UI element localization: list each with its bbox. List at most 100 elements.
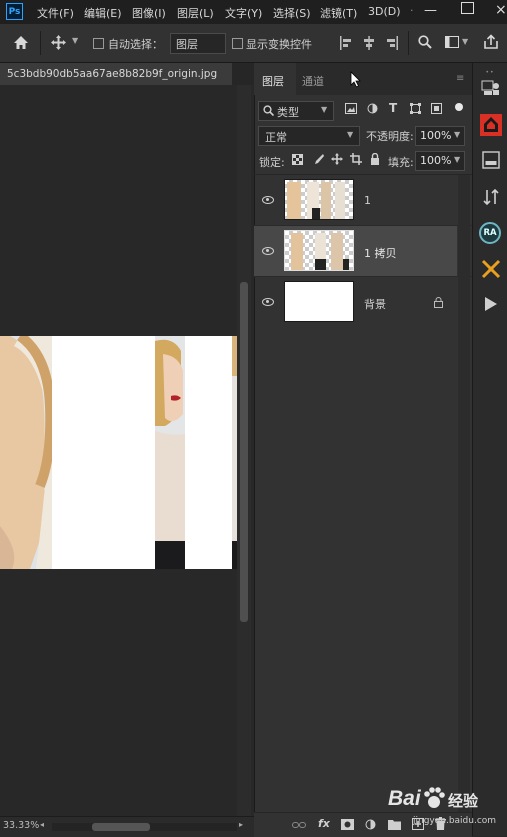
auto-select-target-value: 图层: [176, 38, 198, 51]
horizontal-scrollbar-thumb[interactable]: [92, 823, 150, 831]
fill-chevron-icon: ▼: [454, 155, 461, 164]
filter-chevron-icon: ▼: [321, 105, 328, 114]
menu-bar: Ps 文件(F) 编辑(E) 图像(I) 图层(L) 文字(Y) 选择(S) 滤…: [0, 0, 507, 24]
document-tab[interactable]: 5c3bdb90db5aa67ae8b82b9f_origin.jpg: [0, 63, 232, 85]
close-window-icon[interactable]: ×: [495, 2, 507, 18]
play-actions-icon[interactable]: [485, 297, 497, 311]
watermark-brand-tail: 经验: [448, 792, 479, 810]
workspace-chevron-icon[interactable]: ▼: [462, 37, 468, 46]
layer-row-1[interactable]: 1: [254, 175, 457, 225]
swap-icon[interactable]: [483, 188, 499, 206]
filter-shape-icon[interactable]: [410, 103, 421, 114]
blend-mode-dropdown[interactable]: 正常 ▼: [258, 126, 360, 146]
menu-edit[interactable]: 编辑(E): [84, 5, 122, 21]
home-icon[interactable]: [13, 35, 29, 50]
filter-search-icon: [263, 105, 274, 116]
document-canvas-image[interactable]: [0, 336, 237, 569]
scroll-left-icon[interactable]: ◂: [40, 820, 44, 829]
lock-transparent-pixels-icon[interactable]: [292, 154, 303, 165]
layer-filter-dropdown[interactable]: 类型 ▼: [258, 101, 334, 121]
fill-label: 填充:: [388, 156, 414, 169]
lock-all-icon[interactable]: [370, 153, 380, 165]
tab-layers-label: 图层: [262, 75, 284, 88]
align-right-icon[interactable]: [386, 36, 398, 50]
auto-select-checkbox[interactable]: [93, 38, 104, 49]
auto-select-label: 自动选择：: [108, 38, 163, 51]
ra-plugin-icon[interactable]: RA: [479, 222, 501, 244]
lock-image-pixels-icon[interactable]: [312, 153, 324, 166]
filter-adjustment-icon[interactable]: [367, 103, 378, 114]
dock-grip-icon[interactable]: ••: [478, 69, 502, 76]
add-layer-style-icon[interactable]: fx: [318, 817, 330, 830]
photo-strip-middle: [155, 336, 185, 569]
fill-input[interactable]: 100% ▼: [415, 151, 465, 171]
auto-select-target-dropdown[interactable]: 图层: [170, 33, 226, 54]
lock-label: 锁定:: [259, 156, 285, 169]
fill-value: 100%: [420, 154, 452, 167]
move-tool-icon[interactable]: [51, 35, 66, 50]
blend-chevron-icon: ▼: [347, 130, 354, 139]
lock-artboard-icon[interactable]: [350, 153, 362, 165]
plugin-red-icon[interactable]: [480, 114, 502, 136]
filter-smart-object-icon[interactable]: [431, 103, 442, 114]
learn-panel-icon[interactable]: [481, 80, 501, 96]
mouse-cursor-icon: [350, 71, 361, 88]
layer-row-background[interactable]: 背景: [254, 277, 457, 327]
menu-filter[interactable]: 滤镜(T): [320, 5, 357, 21]
watermark-url: jingyan.baidu.com: [413, 816, 497, 826]
chevron-down-icon[interactable]: ▼: [72, 36, 78, 45]
options-bar: ▼ 自动选择： 图层 显示变换控件 ▼: [0, 24, 507, 63]
opacity-chevron-icon: ▼: [454, 130, 461, 139]
visibility-eye-icon[interactable]: [262, 196, 274, 204]
photoshop-logo-icon[interactable]: Ps: [6, 3, 23, 20]
layer-thumbnail[interactable]: [284, 179, 354, 220]
layer-name[interactable]: 1 拷贝: [364, 245, 397, 261]
opacity-input[interactable]: 100% ▼: [415, 126, 465, 146]
zoom-level[interactable]: 33.33%: [3, 820, 39, 831]
search-icon[interactable]: [418, 35, 432, 49]
tab-channels[interactable]: 通道: [302, 73, 324, 89]
share-icon[interactable]: [483, 34, 499, 50]
status-bar: 33.33% ◂ ▸: [0, 816, 254, 837]
layer-thumbnail[interactable]: [284, 230, 354, 271]
align-left-icon[interactable]: [340, 36, 352, 50]
menu-layer[interactable]: 图层(L): [177, 5, 214, 21]
panel-tab-bar: 图层 通道 ≡: [254, 63, 472, 95]
right-panel-dock: [472, 63, 507, 836]
add-mask-icon[interactable]: [341, 819, 354, 830]
watermark: Bai 经验 jingyan.baidu.com: [388, 783, 507, 836]
filter-type-icon[interactable]: T: [389, 101, 397, 115]
scrollbar-thumb[interactable]: [240, 282, 248, 622]
visibility-eye-icon[interactable]: [262, 247, 274, 255]
plugin-orange-icon[interactable]: [480, 259, 502, 279]
menu-overflow-icon[interactable]: ·: [410, 4, 414, 17]
layer-row-1-copy[interactable]: 1 拷贝: [254, 226, 457, 276]
menu-3d[interactable]: 3D(D): [368, 5, 401, 18]
scroll-right-icon[interactable]: ▸: [239, 820, 243, 829]
menu-select[interactable]: 选择(S): [273, 5, 311, 21]
menu-image[interactable]: 图像(I): [132, 5, 166, 21]
menu-file[interactable]: 文件(F): [37, 5, 74, 21]
opacity-value: 100%: [420, 129, 452, 142]
workspace-icon[interactable]: [445, 36, 459, 48]
align-hcenter-icon[interactable]: [363, 36, 375, 50]
layer-lock-icon[interactable]: [434, 297, 443, 308]
panel-menu-icon[interactable]: ≡: [456, 73, 464, 84]
visibility-eye-icon[interactable]: [262, 298, 274, 306]
menu-type[interactable]: 文字(Y): [225, 5, 262, 21]
link-layers-icon[interactable]: [292, 821, 306, 829]
lock-position-icon[interactable]: [331, 153, 343, 165]
photo-strip-left: [0, 336, 52, 569]
layer-name[interactable]: 背景: [364, 296, 386, 312]
layer-name[interactable]: 1: [364, 194, 371, 207]
filter-toggle-icon[interactable]: [455, 103, 463, 111]
maximize-icon[interactable]: [461, 2, 474, 14]
tab-layers[interactable]: 图层: [254, 63, 296, 95]
minimize-icon[interactable]: —: [424, 3, 437, 18]
new-adjustment-layer-icon[interactable]: [365, 819, 376, 830]
layer-thumbnail[interactable]: [284, 281, 354, 322]
panel-toggle-icon[interactable]: [482, 151, 500, 169]
layers-panel-scrollbar[interactable]: [458, 175, 470, 815]
filter-pixel-icon[interactable]: [345, 103, 357, 114]
show-transform-checkbox[interactable]: [232, 38, 243, 49]
